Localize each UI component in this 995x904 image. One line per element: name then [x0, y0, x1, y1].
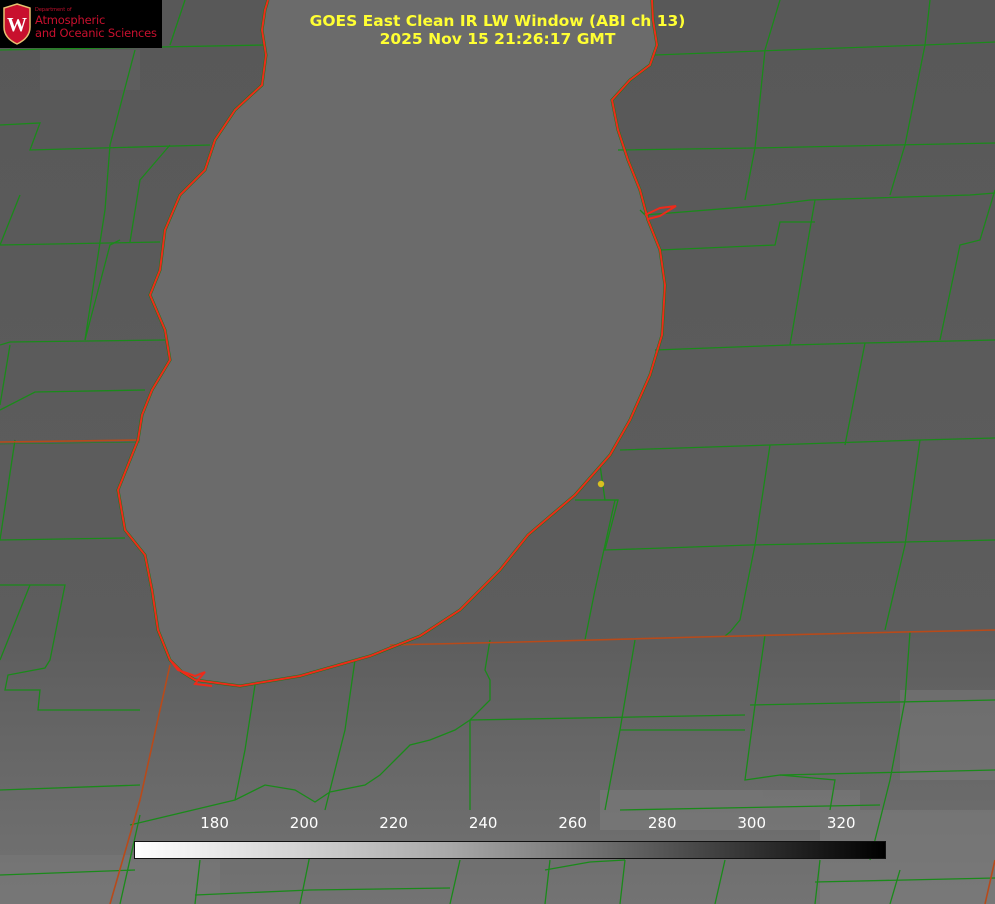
colorbar-ticks: 180 200 220 240 260 280 300 320 — [0, 814, 995, 834]
crest-letter: W — [7, 14, 27, 36]
location-marker — [597, 480, 605, 488]
title-line1: GOES East Clean IR LW Window (ABI ch 13) — [309, 12, 686, 30]
satellite-map — [0, 0, 995, 904]
title-line2: 2025 Nov 15 21:26:17 GMT — [379, 30, 616, 48]
colorbar-tick-label: 220 — [379, 814, 408, 832]
colorbar-tick-label: 320 — [826, 814, 856, 832]
uw-aos-logo: W Department of Atmospheric and Oceanic … — [0, 0, 162, 48]
colorbar-tick-label: 260 — [558, 814, 587, 832]
colorbar — [134, 841, 886, 859]
uw-crest-icon: W — [3, 3, 31, 45]
colorbar-tick-label: 300 — [737, 814, 767, 832]
colorbar-tick-label: 180 — [200, 814, 229, 832]
colorbar-tick-label: 240 — [468, 814, 498, 832]
image-title: GOES East Clean IR LW Window (ABI ch 13)… — [240, 12, 755, 48]
colorbar-tick-label: 200 — [289, 814, 319, 832]
logo-text: Department of Atmospheric and Oceanic Sc… — [35, 7, 157, 41]
logo-line2: and Oceanic Sciences — [35, 26, 157, 41]
colorbar-tick-label: 280 — [647, 814, 677, 832]
